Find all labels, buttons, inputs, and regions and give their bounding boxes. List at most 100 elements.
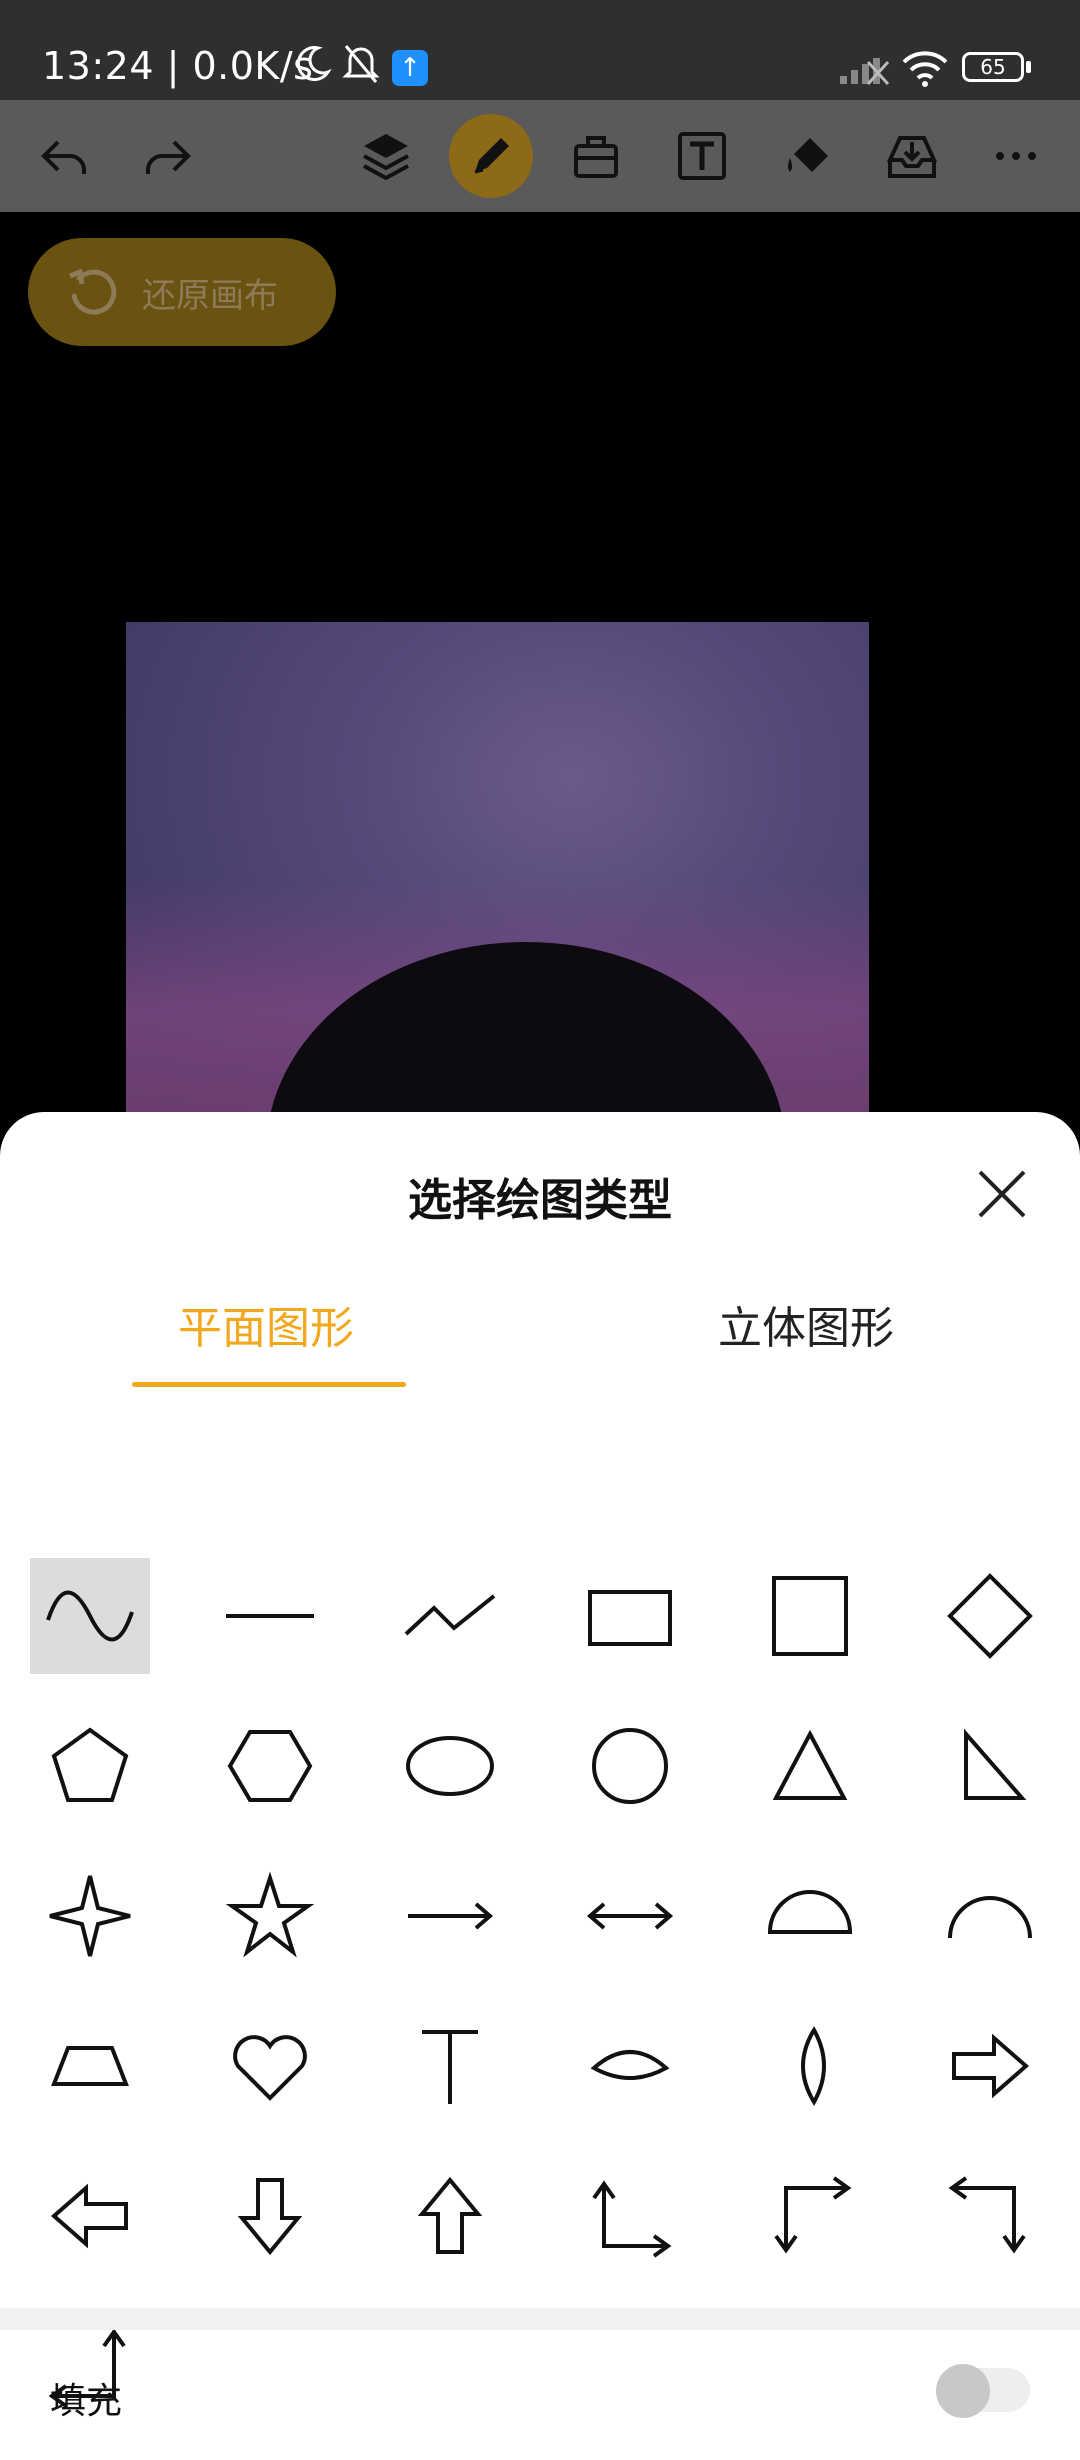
shape-t-shape[interactable] [390, 2008, 510, 2124]
shape-ellipse[interactable] [390, 1708, 510, 1824]
shape-heart[interactable] [210, 2008, 330, 2124]
shape-wave[interactable] [30, 1558, 150, 1674]
shape-arc[interactable] [930, 1858, 1050, 1974]
hexagon-icon [227, 1730, 313, 1802]
text-button[interactable] [660, 114, 744, 198]
shape-circle[interactable] [570, 1708, 690, 1824]
shape-corner-up-right[interactable] [570, 2158, 690, 2274]
triangle-icon [772, 1729, 848, 1800]
fill-bucket-icon [788, 138, 828, 172]
battery-icon: 65 [962, 52, 1024, 82]
eye-lens-icon [590, 2050, 670, 2080]
rectangle-icon [588, 1590, 672, 1646]
arrow-left-block-icon [50, 2183, 128, 2249]
arc-icon [948, 1896, 1032, 1939]
shape-half-disc[interactable] [750, 1858, 870, 1974]
shape-arrow-up-block[interactable] [390, 2158, 510, 2274]
status-bar: 13:24 | 0.0K/s ↑ 65 [0, 0, 1080, 100]
right-triangle-icon [964, 1728, 1027, 1800]
pentagon-icon [51, 1727, 129, 1802]
undo-button[interactable] [22, 114, 106, 198]
four-point-star-icon [49, 1875, 131, 1957]
corner-up-right-icon [592, 2180, 672, 2258]
sheet-title: 选择绘图类型 [408, 1175, 672, 1226]
shape-triangle[interactable] [750, 1708, 870, 1824]
more-button[interactable] [974, 114, 1058, 198]
tab-indicator [132, 1382, 406, 1387]
shape-square[interactable] [750, 1558, 870, 1674]
arrow-right-line-icon [408, 1902, 494, 1930]
shape-hexagon[interactable] [210, 1708, 330, 1824]
corner-right-down-icon [774, 2176, 852, 2254]
toolbox-button[interactable] [554, 114, 638, 198]
top-toolbar [0, 100, 1080, 212]
fill-label: 填充 [50, 2381, 123, 2422]
mute-bell-icon [342, 45, 380, 83]
arrow-up-block-icon [417, 2176, 483, 2254]
shape-four-point-star[interactable] [30, 1858, 150, 1974]
close-icon[interactable] [972, 1164, 1032, 1224]
save-tray-icon [886, 136, 938, 178]
five-point-star-icon [225, 1871, 315, 1958]
arrow-down-block-icon [237, 2178, 303, 2256]
shape-five-point-star[interactable] [210, 1858, 330, 1974]
pen-button[interactable] [449, 114, 533, 198]
shape-trapezoid[interactable] [30, 2008, 150, 2124]
section-divider [0, 2308, 1080, 2330]
polyline-icon [404, 1594, 496, 1636]
shape-arrow-double-line[interactable] [570, 1858, 690, 1974]
shape-line[interactable] [210, 1558, 330, 1674]
save-button[interactable] [870, 114, 954, 198]
restore-icon [69, 268, 117, 315]
shape-arrow-left-block[interactable] [30, 2158, 150, 2274]
battery-tip [1026, 61, 1031, 73]
shape-picker-sheet: 选择绘图类型 平面图形 立体图形 填充 [0, 1112, 1080, 2460]
shape-corner-right-down[interactable] [750, 2158, 870, 2274]
restore-canvas-button[interactable]: 还原画布 [28, 238, 336, 346]
circle-icon [592, 1728, 668, 1804]
more-icon [996, 152, 1036, 160]
text-icon [678, 132, 726, 180]
layers-button[interactable] [344, 114, 428, 198]
restore-canvas-label: 还原画布 [142, 275, 278, 316]
corner-left-down-icon [948, 2176, 1026, 2254]
shape-pentagon[interactable] [30, 1708, 150, 1824]
redo-button[interactable] [126, 114, 210, 198]
shape-rhombus-lens[interactable] [750, 2008, 870, 2124]
ellipse-icon [406, 1736, 494, 1796]
status-time: 13:24 | 0.0K/s [42, 44, 314, 88]
signal-icon [840, 58, 890, 86]
shape-polyline[interactable] [390, 1558, 510, 1674]
undo-icon [41, 140, 86, 174]
wave-icon [46, 1590, 134, 1642]
t-shape-icon [422, 2030, 478, 2104]
rhombus-lens-icon [801, 2026, 826, 2106]
shape-diamond[interactable] [930, 1558, 1050, 1674]
upload-app-icon: ↑ [392, 50, 428, 86]
shape-arrow-right-block[interactable] [930, 2008, 1050, 2124]
fill-bucket-button[interactable] [766, 114, 850, 198]
shape-arrow-down-block[interactable] [210, 2158, 330, 2274]
canvas-photo[interactable] [126, 622, 869, 1142]
battery-level: 65 [980, 55, 1006, 79]
wifi-icon [902, 51, 948, 87]
trapezoid-icon [51, 2046, 129, 2086]
heart-icon [233, 2035, 307, 2101]
redo-icon [146, 140, 191, 174]
shape-eye-lens[interactable] [570, 2008, 690, 2124]
shape-corner-left-down[interactable] [930, 2158, 1050, 2274]
shape-arrow-right-line[interactable] [390, 1858, 510, 1974]
diamond-icon [947, 1573, 1033, 1659]
layers-icon [363, 134, 409, 181]
tab-solid-shapes[interactable]: 立体图形 [718, 1292, 894, 1356]
shape-rectangle[interactable] [570, 1558, 690, 1674]
shape-right-triangle[interactable] [930, 1708, 1050, 1824]
arrow-right-block-icon [952, 2033, 1030, 2099]
fill-toggle[interactable] [936, 2364, 1030, 2418]
half-disc-icon [767, 1890, 853, 1934]
pen-icon [474, 138, 509, 174]
fill-toggle-knob [936, 2364, 990, 2418]
arrow-double-line-icon [586, 1902, 674, 1930]
tab-plane-shapes[interactable]: 平面图形 [178, 1292, 354, 1356]
toolbox-icon [574, 136, 618, 178]
